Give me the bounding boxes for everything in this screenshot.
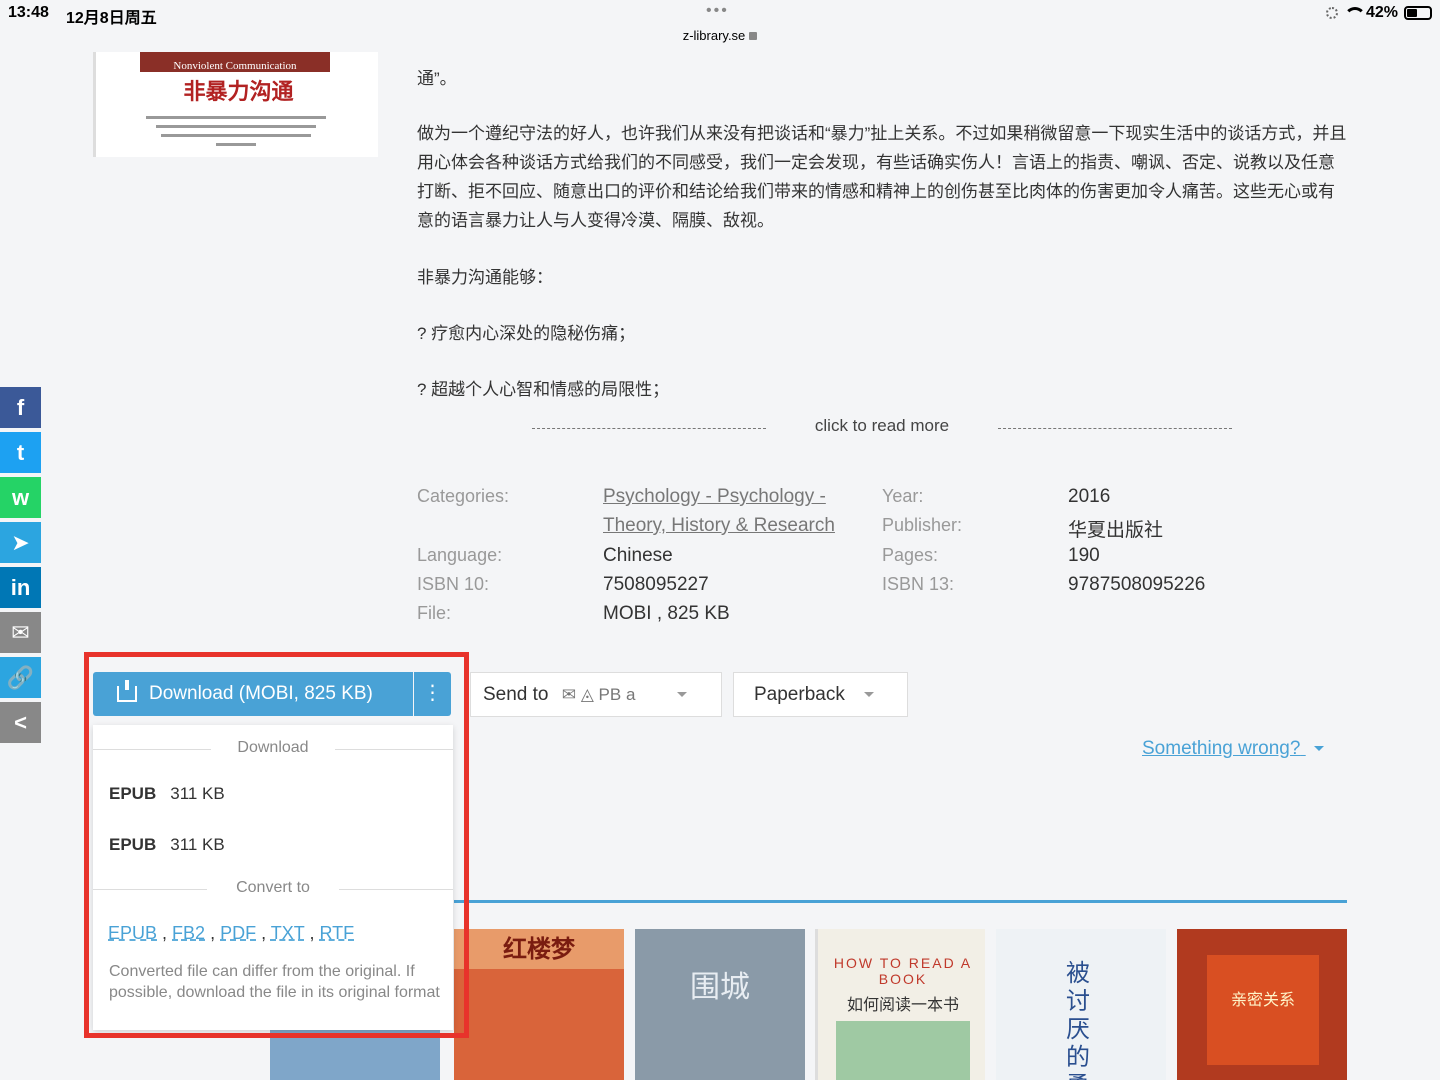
url-text: z-library.se [682, 28, 746, 43]
convert-fb2-link[interactable]: FB2 [172, 923, 205, 943]
publisher-value: 华夏出版社 [1068, 520, 1164, 541]
download-format-item[interactable]: EPUB 311 KB [109, 835, 225, 855]
categories-link[interactable]: Psychology - Psychology - [603, 486, 826, 508]
lock-icon [749, 32, 758, 40]
something-wrong-link[interactable]: Something wrong? [1142, 738, 1324, 760]
file-value: MOBI , 825 KB [603, 603, 730, 624]
book-title: 红楼梦 [454, 929, 624, 969]
download-dropdown: Download EPUB 311 KB EPUB 311 KB Convert t… [93, 725, 453, 1030]
pages-label: Pages: [882, 545, 939, 565]
categories-label: Categories: [417, 486, 510, 506]
categories-link[interactable]: Theory, History & Research [603, 515, 835, 537]
send-targets-icons: ✉ ◬ PB a [561, 685, 636, 704]
isbn10-value: 7508095227 [603, 574, 709, 595]
status-icons: 42% [1325, 4, 1432, 22]
send-to-label: Send to [483, 684, 549, 705]
dropdown-convert-header: Convert to [236, 879, 310, 896]
address-bar[interactable]: z-library.se [0, 28, 1440, 43]
cover-title: 非暴力沟通 [183, 79, 294, 105]
download-format-item[interactable]: EPUB 311 KB [109, 784, 225, 804]
convert-pdf-link[interactable]: PDF [220, 923, 256, 943]
description-paragraph: ? 超越个人心智和情感的局限性； [417, 380, 670, 399]
book-cover[interactable]: Nonviolent Communication 非暴力沟通 [93, 52, 378, 157]
convert-links: EPUB , FB2 , PDF , TXT , RTF [108, 923, 355, 943]
related-book[interactable]: HOW TO READ A BOOK 如何阅读一本书 [815, 929, 985, 1080]
download-label: Download (MOBI, 825 KB) [149, 683, 373, 704]
publisher-label: Publisher: [882, 515, 963, 535]
file-label: File: [417, 603, 452, 623]
book-subtitle: HOW TO READ A BOOK [833, 955, 973, 987]
year-label: Year: [882, 486, 924, 506]
description-fragment: 通”。 [417, 69, 457, 88]
description-paragraph: ? 疗愈内心深处的隐秘伤痛； [417, 324, 636, 343]
book-title: 围城 [690, 970, 750, 1005]
linkedin-icon[interactable]: in [0, 567, 41, 608]
year-value: 2016 [1068, 486, 1111, 507]
share-icon[interactable]: < [0, 702, 41, 743]
wifi-icon [1343, 7, 1366, 19]
status-time: 13:48 [8, 4, 49, 21]
isbn13-label: ISBN 13: [882, 574, 955, 594]
read-more[interactable]: click to read more [532, 416, 1232, 440]
related-book[interactable]: 围城 [635, 929, 805, 1080]
book-title: 如何阅读一本书 [846, 995, 959, 1014]
pages-value: 190 [1068, 545, 1100, 566]
download-icon [117, 680, 137, 702]
cover-text-lines [136, 110, 336, 152]
related-book[interactable]: 红楼梦 [454, 929, 624, 1080]
convert-rtf-link[interactable]: RTF [319, 923, 354, 943]
cover-band: Nonviolent Communication [140, 52, 330, 72]
download-button[interactable]: Download (MOBI, 825 KB) [93, 672, 413, 716]
book-title: 亲密关系 [1207, 955, 1319, 1065]
related-book[interactable]: 被讨厌的勇气 [996, 929, 1166, 1080]
telegram-icon[interactable]: ➤ [0, 522, 41, 563]
book-title: 被讨厌的勇气 [1066, 959, 1090, 1080]
link-icon[interactable]: 🔗 [0, 657, 41, 698]
isbn10-label: ISBN 10: [417, 574, 490, 594]
chevron-down-icon [676, 692, 687, 698]
language-label: Language: [417, 545, 503, 565]
chevron-down-icon [1313, 746, 1324, 752]
convert-txt-link[interactable]: TXT [271, 923, 305, 943]
download-options-button[interactable]: ⋮ [414, 672, 451, 716]
description-paragraph: 做为一个遵纪守法的好人，也许我们从来没有把谈话和“暴力”扯上关系。不过如果稍微留… [417, 124, 1347, 230]
description-paragraph: 非暴力沟通能够： [417, 268, 553, 287]
convert-note: Converted file can differ from the origi… [109, 963, 440, 1001]
battery-percent: 42% [1365, 4, 1398, 21]
email-icon[interactable]: ✉ [0, 612, 41, 653]
whatsapp-icon[interactable]: w [0, 477, 41, 518]
paperback-label: Paperback [754, 684, 845, 705]
isbn13-value: 9787508095226 [1068, 574, 1206, 595]
twitter-icon[interactable]: t [0, 432, 41, 473]
read-more-label[interactable]: click to read more [532, 416, 1232, 436]
send-to-button[interactable]: Send to ✉ ◬ PB a [470, 672, 722, 717]
paperback-button[interactable]: Paperback [733, 672, 908, 717]
activity-icon [1325, 7, 1338, 19]
section-divider [454, 900, 1347, 903]
convert-epub-link[interactable]: EPUB [108, 923, 157, 943]
facebook-icon[interactable]: f [0, 387, 41, 428]
chevron-down-icon [864, 692, 875, 698]
related-book[interactable]: 亲密关系 [1177, 929, 1347, 1080]
tab-menu-icon[interactable]: ••• [706, 2, 729, 20]
status-date: 12月8日周五 [66, 10, 157, 27]
dropdown-download-header: Download [237, 739, 309, 756]
battery-icon [1404, 6, 1432, 20]
language-value: Chinese [603, 545, 673, 566]
status-bar: 13:48 12月8日周五 ••• z-library.se 42% [0, 0, 1440, 52]
divider [998, 428, 1232, 429]
